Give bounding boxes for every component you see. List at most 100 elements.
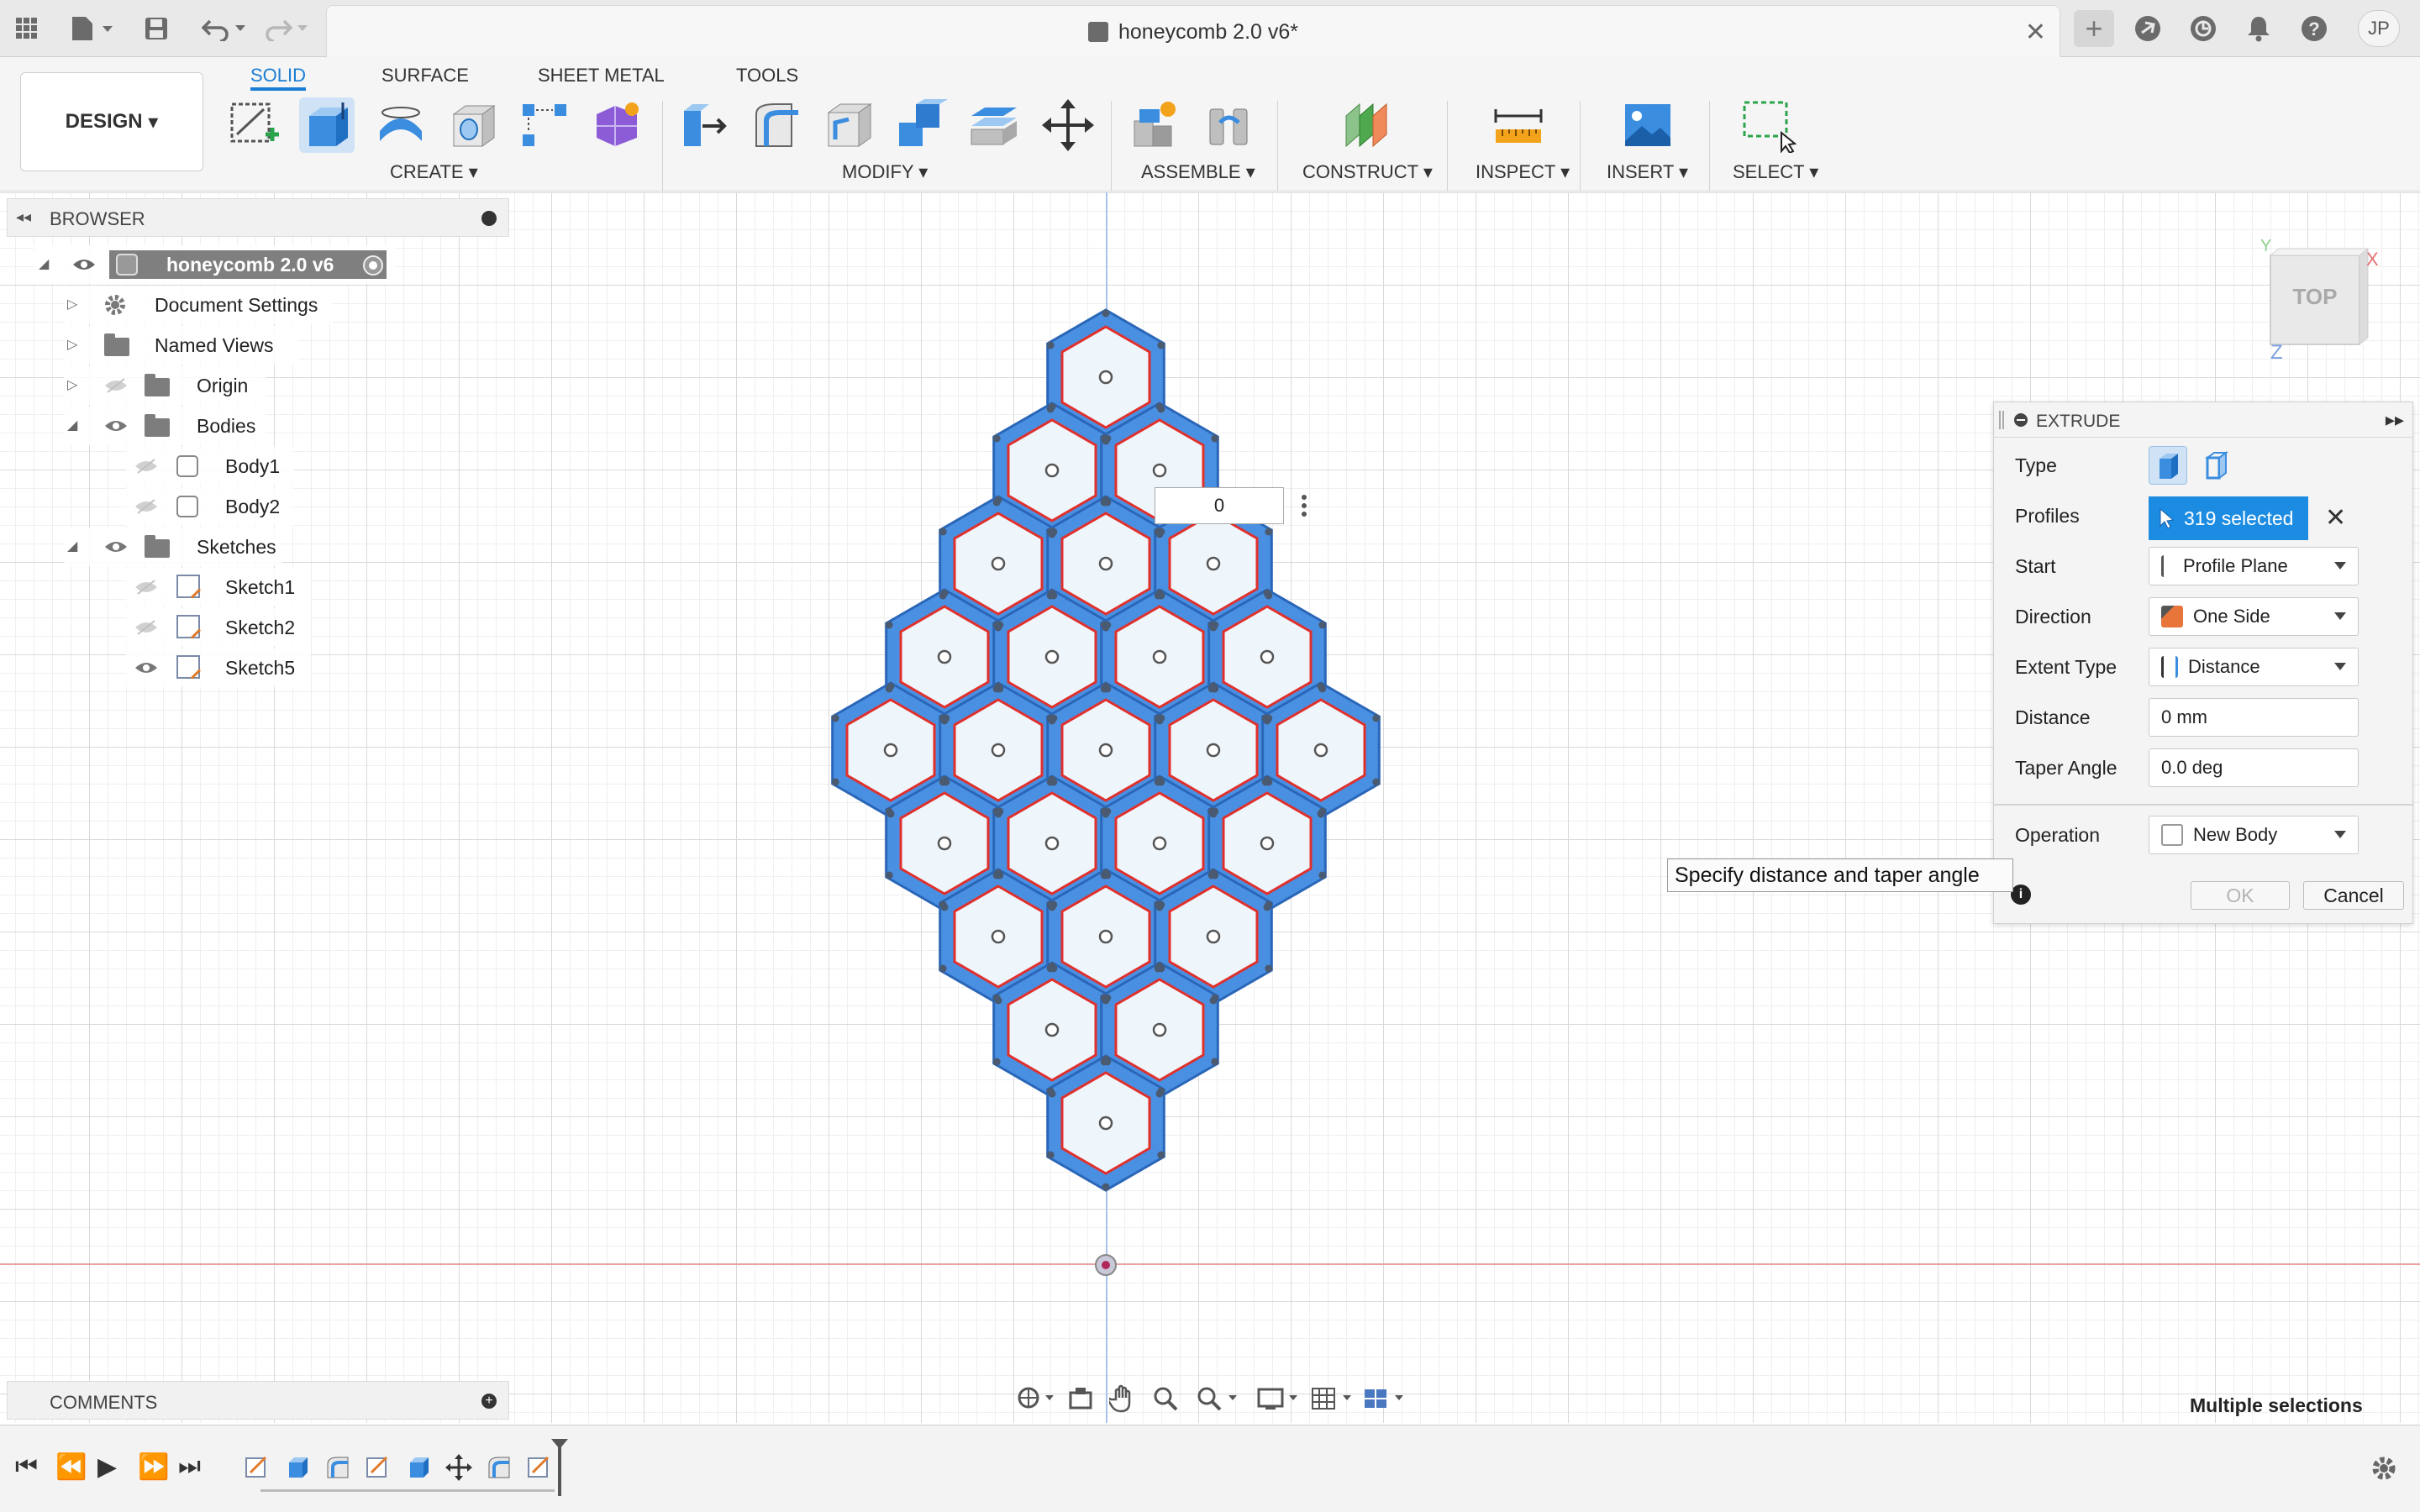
timeline-fillet-icon[interactable] — [324, 1454, 351, 1481]
view-cube[interactable]: TOP Y X Z — [2260, 237, 2379, 368]
type-solid-button[interactable] — [2149, 446, 2187, 485]
view-cube-face-label[interactable]: TOP — [2270, 284, 2360, 310]
new-tab-button[interactable]: + — [2074, 10, 2114, 47]
visibility-eye-icon[interactable] — [104, 539, 128, 554]
insert-image-icon[interactable] — [1620, 97, 1676, 153]
timeline-end-icon[interactable]: ⏭ — [178, 1452, 201, 1481]
visibility-hidden-icon[interactable] — [104, 378, 128, 393]
user-avatar[interactable]: JP — [2358, 10, 2400, 47]
ok-button[interactable]: OK — [2191, 881, 2290, 910]
browser-options-icon[interactable] — [481, 211, 497, 226]
expand-arrow-icon[interactable]: ▷ — [67, 336, 77, 353]
extent-type-select[interactable]: Distance — [2149, 648, 2359, 686]
browser-root-row[interactable]: ◢ honeycomb 2.0 v6 — [34, 245, 395, 284]
orbit-icon[interactable] — [1015, 1384, 1055, 1411]
tab-surface[interactable]: SURFACE — [381, 60, 469, 91]
collapse-panel-icon[interactable]: ◂◂ — [16, 208, 31, 226]
type-thin-button[interactable] — [2197, 446, 2236, 485]
extensions-icon[interactable] — [2129, 10, 2166, 47]
browser-item-origin[interactable]: ▷ Origin — [64, 366, 266, 405]
timeline-play-icon[interactable]: ▶ — [97, 1452, 117, 1482]
new-component-icon[interactable] — [1128, 97, 1183, 153]
distance-input-menu-icon[interactable] — [1299, 492, 1309, 519]
browser-item-document-settings[interactable]: ▷ Document Settings — [64, 286, 333, 324]
timeline-step-forward-icon[interactable]: ⏩ — [138, 1452, 169, 1482]
grid-settings-icon[interactable] — [1309, 1384, 1356, 1413]
assemble-menu[interactable]: ASSEMBLE ▾ — [1141, 161, 1255, 183]
dialog-collapse-icon[interactable] — [2014, 413, 2028, 427]
look-at-icon[interactable] — [1067, 1384, 1094, 1411]
dialog-expand-icon[interactable]: ▸▸ — [2386, 409, 2404, 431]
distance-input[interactable]: 0 mm — [2149, 698, 2359, 737]
close-tab-icon[interactable]: ✕ — [2025, 18, 2046, 47]
combine-icon[interactable] — [894, 97, 950, 153]
redo-icon[interactable] — [260, 10, 314, 47]
timeline-marker[interactable] — [551, 1439, 568, 1496]
create-menu[interactable]: CREATE ▾ — [390, 161, 478, 183]
dialog-drag-handle-icon[interactable] — [1999, 411, 2004, 429]
measure-icon[interactable] — [1491, 97, 1546, 153]
offset-face-icon[interactable] — [966, 97, 1022, 153]
create-form-icon[interactable] — [590, 97, 645, 153]
canvas-distance-input[interactable]: 0 — [1155, 487, 1284, 524]
timeline-sketch-icon[interactable] — [365, 1454, 392, 1481]
pan-hand-icon[interactable] — [1109, 1383, 1138, 1413]
expand-arrow-icon[interactable]: ▷ — [67, 296, 77, 312]
timeline-fillet-icon[interactable] — [486, 1454, 513, 1481]
save-icon[interactable] — [138, 10, 175, 47]
fillet-icon[interactable] — [750, 97, 805, 153]
zoom-icon[interactable] — [1151, 1384, 1180, 1413]
info-icon[interactable]: i — [2011, 885, 2031, 905]
expand-arrow-icon[interactable]: ◢ — [39, 255, 49, 272]
timeline-sketch-icon[interactable] — [244, 1454, 271, 1481]
visibility-eye-icon[interactable] — [72, 257, 96, 272]
browser-item-sketch2[interactable]: Sketch2 — [126, 608, 311, 647]
visibility-eye-icon[interactable] — [134, 660, 158, 675]
select-menu[interactable]: SELECT ▾ — [1733, 161, 1818, 183]
expand-arrow-icon[interactable]: ▷ — [67, 376, 77, 393]
create-sketch-icon[interactable] — [227, 97, 282, 153]
pattern-icon[interactable] — [518, 97, 573, 153]
timeline-step-back-icon[interactable]: ⏪ — [55, 1452, 87, 1482]
shell-icon[interactable] — [822, 97, 877, 153]
browser-item-body2[interactable]: Body2 — [126, 487, 294, 526]
activate-radio-icon[interactable] — [363, 255, 383, 276]
visibility-hidden-icon[interactable] — [134, 499, 158, 514]
browser-item-body1[interactable]: Body1 — [126, 447, 294, 486]
profiles-selection-button[interactable]: 319 selected — [2149, 496, 2308, 540]
collapse-arrow-icon[interactable]: ◢ — [67, 417, 77, 433]
browser-item-sketches[interactable]: ◢ Sketches — [64, 528, 282, 566]
direction-select[interactable]: One Side — [2149, 597, 2359, 636]
browser-item-sketch1[interactable]: Sketch1 — [126, 568, 311, 606]
visibility-hidden-icon[interactable] — [134, 620, 158, 635]
tab-tools[interactable]: TOOLS — [736, 60, 798, 91]
add-comment-icon[interactable]: + — [481, 1394, 497, 1409]
document-tab[interactable]: honeycomb 2.0 v6* ✕ — [326, 5, 2060, 57]
visibility-eye-icon[interactable] — [104, 418, 128, 433]
revolve-icon[interactable] — [373, 97, 429, 153]
move-icon[interactable] — [1040, 97, 1096, 153]
clear-profiles-icon[interactable]: ✕ — [2325, 503, 2346, 533]
timeline-settings-gear-icon[interactable] — [2370, 1454, 2398, 1483]
joint-icon[interactable] — [1202, 97, 1257, 153]
inspect-menu[interactable]: INSPECT ▾ — [1476, 161, 1570, 183]
offset-plane-icon[interactable] — [1339, 97, 1395, 153]
insert-menu[interactable]: INSERT ▾ — [1607, 161, 1688, 183]
job-status-icon[interactable] — [2185, 10, 2222, 47]
design-workspace-button[interactable]: DESIGN ▾ — [20, 72, 203, 171]
visibility-hidden-icon[interactable] — [134, 459, 158, 474]
taper-angle-input[interactable]: 0.0 deg — [2149, 748, 2359, 787]
tab-solid[interactable]: SOLID — [250, 60, 307, 91]
extrude-dialog-header[interactable]: EXTRUDE ▸▸ — [1994, 402, 2412, 438]
hole-icon[interactable] — [445, 97, 501, 153]
select-window-icon[interactable] — [1741, 97, 1797, 155]
display-settings-icon[interactable] — [1255, 1384, 1302, 1413]
notifications-bell-icon[interactable] — [2240, 10, 2277, 47]
extrude-icon[interactable] — [299, 97, 355, 153]
help-icon[interactable]: ? — [2296, 10, 2333, 47]
collapse-arrow-icon[interactable]: ◢ — [67, 538, 77, 554]
construct-menu[interactable]: CONSTRUCT ▾ — [1302, 161, 1433, 183]
tab-sheet-metal[interactable]: SHEET METAL — [538, 60, 665, 91]
timeline-extrude-icon[interactable] — [405, 1454, 432, 1481]
file-menu-icon[interactable] — [66, 10, 119, 47]
